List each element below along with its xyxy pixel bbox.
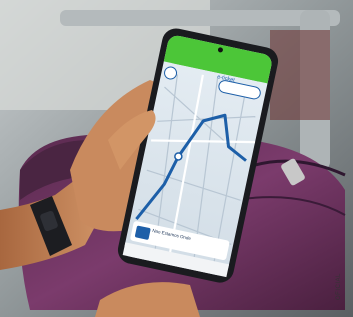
grab-rail — [60, 10, 340, 26]
photo-illustration — [0, 0, 353, 317]
background-person — [270, 30, 330, 120]
photo: e-ticket Nao Estamos Onde OFICIAL — [0, 0, 353, 317]
location-marker — [174, 152, 183, 161]
watermark: OFICIAL — [336, 273, 342, 300]
